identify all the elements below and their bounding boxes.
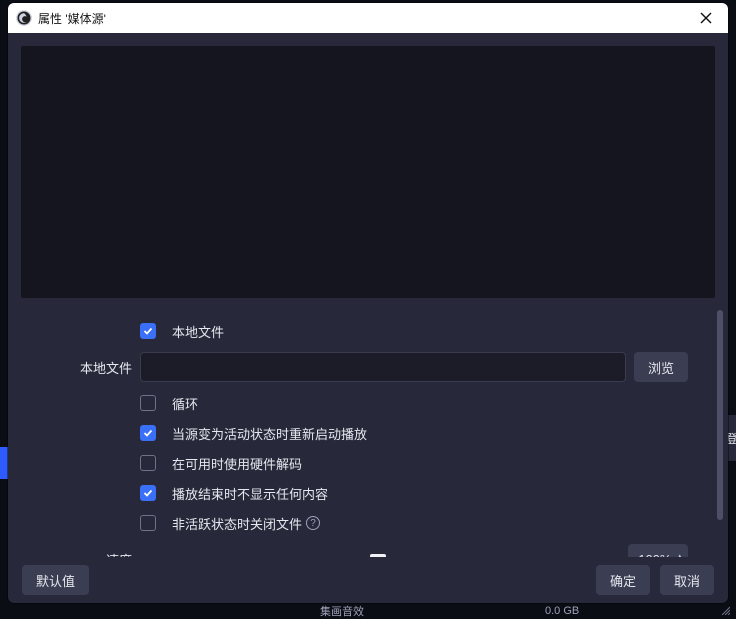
speed-slider[interactable]	[140, 551, 616, 557]
dialog-title: 属性 '媒体源'	[38, 10, 686, 27]
resize-grip-icon[interactable]	[720, 605, 730, 618]
loop-checkbox-label[interactable]: 循环	[172, 394, 198, 413]
hw-decode-checkbox[interactable]	[140, 455, 156, 471]
selection-indicator	[0, 447, 8, 479]
hw-decode-checkbox-label[interactable]: 在可用时使用硬件解码	[172, 454, 302, 473]
defaults-button[interactable]: 默认值	[22, 565, 89, 595]
browse-button[interactable]: 浏览	[634, 352, 688, 382]
dialog-footer: 默认值 确定 取消	[8, 557, 728, 603]
restart-on-active-checkbox-label[interactable]: 当源变为活动状态时重新启动播放	[172, 424, 367, 443]
local-file-label: 本地文件	[8, 358, 140, 377]
speed-label: 速度	[8, 550, 140, 558]
hide-on-end-checkbox[interactable]	[140, 485, 156, 501]
speed-spinbox[interactable]: 100% ▴ ▾	[628, 544, 688, 557]
close-inactive-checkbox-label[interactable]: 非活跃状态时关闭文件 ?	[172, 514, 320, 533]
close-icon	[700, 12, 712, 24]
status-bar: 集画音效 0.0 GB	[0, 603, 736, 619]
titlebar: 属性 '媒体源'	[8, 3, 728, 33]
side-dock-tab[interactable]: 登	[728, 415, 736, 461]
help-icon[interactable]: ?	[306, 516, 320, 530]
close-inactive-text: 非活跃状态时关闭文件	[172, 514, 302, 533]
ok-button[interactable]: 确定	[596, 565, 650, 595]
hide-on-end-checkbox-label[interactable]: 播放结束时不显示任何内容	[172, 484, 328, 503]
source-preview	[21, 46, 715, 298]
local-file-checkbox-label[interactable]: 本地文件	[172, 322, 224, 341]
local-file-input[interactable]	[140, 352, 626, 382]
loop-checkbox[interactable]	[140, 395, 156, 411]
local-file-checkbox[interactable]	[140, 323, 156, 339]
status-size: 0.0 GB	[545, 605, 579, 617]
restart-on-active-checkbox[interactable]	[140, 425, 156, 441]
close-inactive-checkbox[interactable]	[140, 515, 156, 531]
properties-dialog: 属性 '媒体源' 本地文件	[8, 3, 728, 603]
form-scrollbar[interactable]	[717, 310, 723, 520]
cancel-button[interactable]: 取消	[660, 565, 714, 595]
status-text: 集画音效	[320, 603, 364, 619]
obs-logo-icon	[16, 10, 32, 26]
close-button[interactable]	[692, 4, 720, 32]
slider-thumb[interactable]	[370, 554, 386, 557]
form-area: 本地文件 本地文件 浏览 循环	[8, 298, 728, 557]
speed-value: 100%	[638, 552, 671, 558]
